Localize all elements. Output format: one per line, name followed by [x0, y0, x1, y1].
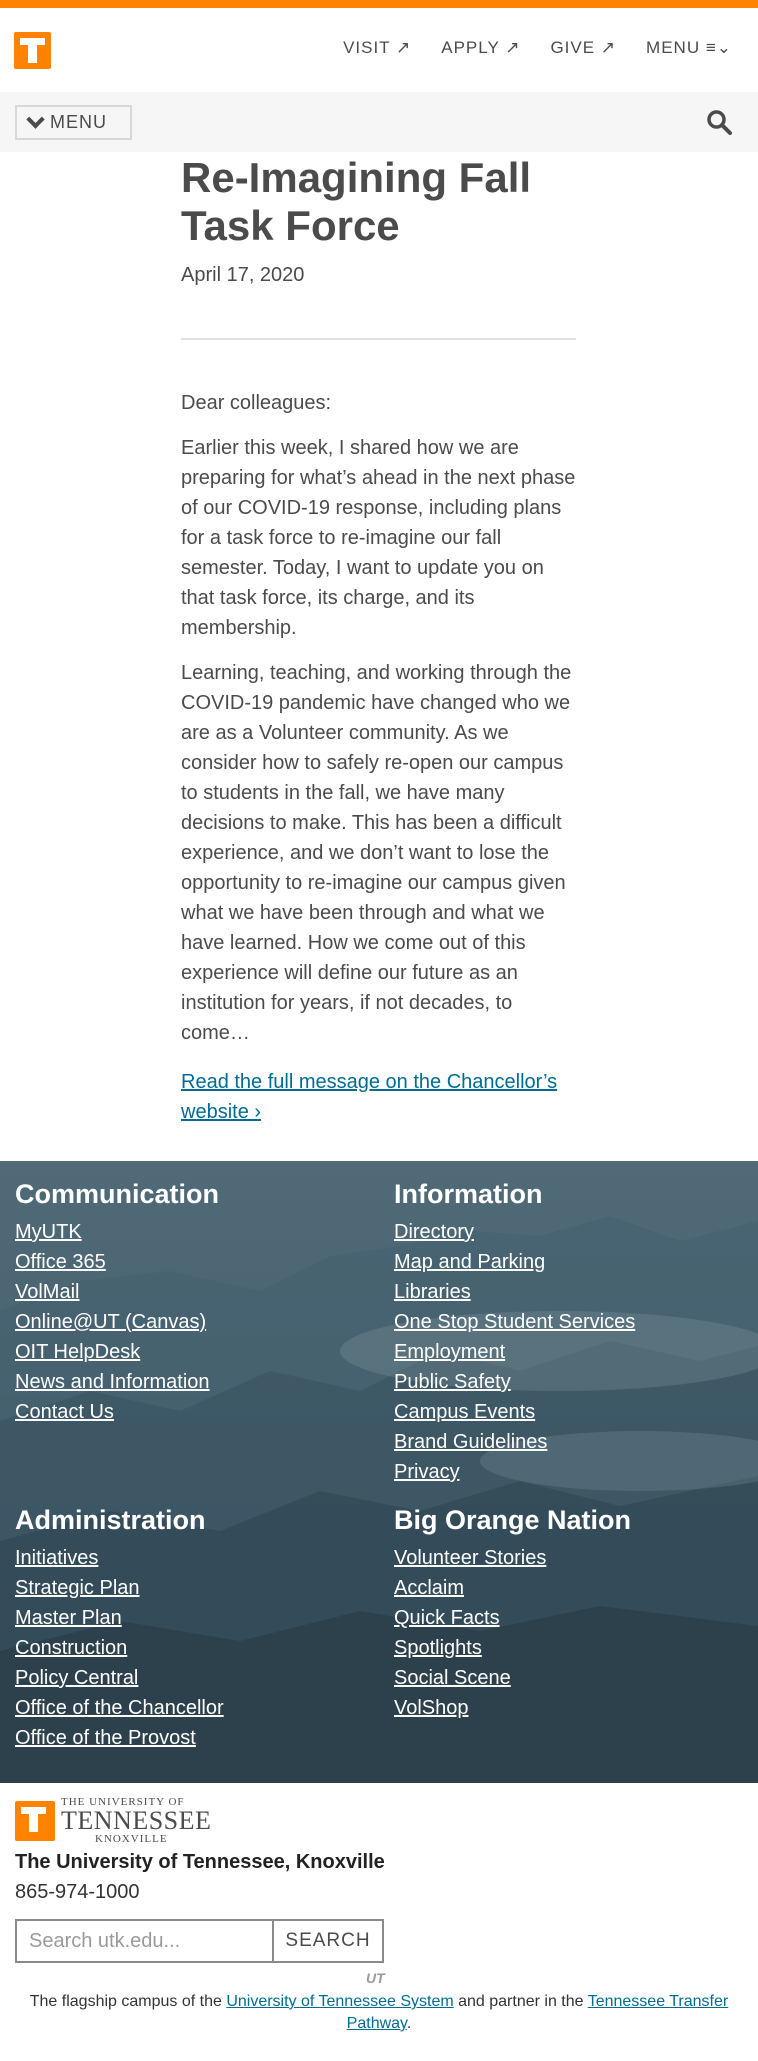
- search-input[interactable]: [15, 1919, 272, 1963]
- communication-column: Communication MyUTK Office 365 VolMail O…: [15, 1177, 375, 1427]
- footer-link[interactable]: Brand Guidelines: [394, 1427, 754, 1457]
- flagship-statement: The flagship campus of the University of…: [15, 1991, 743, 2035]
- university-logo[interactable]: THE UNIVERSITY OF TENNESSEE KNOXVILLE: [15, 1797, 211, 1845]
- footer-link[interactable]: Privacy: [394, 1457, 754, 1487]
- footer-link[interactable]: Volunteer Stories: [394, 1543, 754, 1573]
- power-t-icon: [15, 1801, 55, 1841]
- footer-link[interactable]: Initiatives: [15, 1543, 375, 1573]
- apply-link[interactable]: APPLY ↗: [441, 38, 520, 58]
- footer-link[interactable]: Master Plan: [15, 1603, 375, 1633]
- footer-link[interactable]: Map and Parking: [394, 1247, 754, 1277]
- flagship-text: .: [406, 2015, 412, 2032]
- wordmark-main: TENNESSEE: [61, 1806, 212, 1835]
- footer-link[interactable]: Libraries: [394, 1277, 754, 1307]
- divider: [181, 338, 576, 340]
- footer-link[interactable]: OIT HelpDesk: [15, 1337, 375, 1367]
- footer-link[interactable]: Construction: [15, 1633, 375, 1663]
- footer-link[interactable]: News and Information: [15, 1367, 375, 1397]
- footer-link[interactable]: Office of the Chancellor: [15, 1693, 375, 1723]
- administration-heading: Administration: [15, 1505, 206, 1535]
- ut-system-mark: UT: [366, 1970, 385, 1986]
- page-title: Re-Imagining Fall Task Force: [181, 154, 532, 249]
- footer-link[interactable]: Quick Facts: [394, 1603, 754, 1633]
- footer-link[interactable]: Campus Events: [394, 1397, 754, 1427]
- main-menu-button[interactable]: MENU ≡⌄: [646, 38, 732, 58]
- administration-column: Administration Initiatives Strategic Pla…: [15, 1503, 375, 1753]
- wordmark-bottom: KNOXVILLE: [95, 1833, 168, 1845]
- bottom-footer: THE UNIVERSITY OF TENNESSEE KNOXVILLE Th…: [0, 1783, 758, 2035]
- footer-link[interactable]: Policy Central: [15, 1663, 375, 1693]
- phone-number[interactable]: 865-974-1000: [15, 1881, 140, 1904]
- footer-nav: Communication MyUTK Office 365 VolMail O…: [0, 1161, 758, 1783]
- big-orange-nation-heading: Big Orange Nation: [394, 1505, 632, 1535]
- footer-link[interactable]: Office 365: [15, 1247, 375, 1277]
- salutation: Dear colleagues:: [181, 392, 332, 414]
- give-link[interactable]: GIVE ↗: [550, 38, 616, 58]
- footer-link[interactable]: Strategic Plan: [15, 1573, 375, 1603]
- paragraph: Earlier this week, I shared how we are p…: [181, 437, 576, 639]
- section-menu-label: MENU: [50, 112, 107, 132]
- footer-link[interactable]: Employment: [394, 1337, 754, 1367]
- brand-stripe: [0, 0, 758, 8]
- footer-link[interactable]: Social Scene: [394, 1663, 754, 1693]
- information-column: Information Directory Map and Parking Li…: [394, 1177, 754, 1487]
- footer-link[interactable]: Online@UT (Canvas): [15, 1307, 375, 1337]
- footer-link[interactable]: Contact Us: [15, 1397, 375, 1427]
- wordmark: THE UNIVERSITY OF TENNESSEE KNOXVILLE: [61, 1797, 211, 1845]
- search-icon[interactable]: [706, 109, 732, 135]
- flagship-text: and partner in the: [453, 1993, 588, 2010]
- paragraph: Learning, teaching, and working through …: [181, 662, 572, 1044]
- site-header: VISIT ↗ APPLY ↗ GIVE ↗ MENU ≡⌄: [0, 8, 758, 92]
- ut-system-link[interactable]: University of Tennessee System: [226, 1993, 453, 2010]
- big-orange-nation-column: Big Orange Nation Volunteer Stories Accl…: [394, 1503, 754, 1723]
- university-name: The University of Tennessee, Knoxville: [15, 1851, 385, 1873]
- communication-heading: Communication: [15, 1179, 220, 1209]
- chevron-down-icon: [26, 109, 45, 129]
- article-body: Dear colleagues: Earlier this week, I sh…: [181, 388, 581, 1048]
- power-t-logo[interactable]: [14, 32, 51, 69]
- footer-link[interactable]: One Stop Student Services: [394, 1307, 754, 1337]
- visit-link[interactable]: VISIT ↗: [343, 38, 411, 58]
- footer-link[interactable]: Directory: [394, 1217, 754, 1247]
- flagship-text: The flagship campus of the: [29, 1993, 227, 2010]
- footer-link[interactable]: Acclaim: [394, 1573, 754, 1603]
- sub-bar: MENU: [0, 92, 758, 152]
- footer-link[interactable]: Spotlights: [394, 1633, 754, 1663]
- article: Re-Imagining Fall Task Force April 17, 2…: [0, 154, 758, 1127]
- footer-link[interactable]: Public Safety: [394, 1367, 754, 1397]
- site-search: SEARCH: [15, 1919, 384, 1963]
- publish-date: April 17, 2020: [181, 264, 305, 286]
- search-button[interactable]: SEARCH: [272, 1919, 384, 1963]
- footer-link[interactable]: VolMail: [15, 1277, 375, 1307]
- footer-link[interactable]: Office of the Provost: [15, 1723, 375, 1753]
- footer-link[interactable]: VolShop: [394, 1693, 754, 1723]
- section-menu-button[interactable]: MENU: [15, 105, 132, 140]
- footer-link[interactable]: MyUTK: [15, 1217, 375, 1247]
- top-nav: VISIT ↗ APPLY ↗ GIVE ↗ MENU ≡⌄: [343, 38, 732, 58]
- read-full-message-link[interactable]: Read the full message on the Chancellor’…: [181, 1067, 581, 1127]
- information-heading: Information: [394, 1179, 543, 1209]
